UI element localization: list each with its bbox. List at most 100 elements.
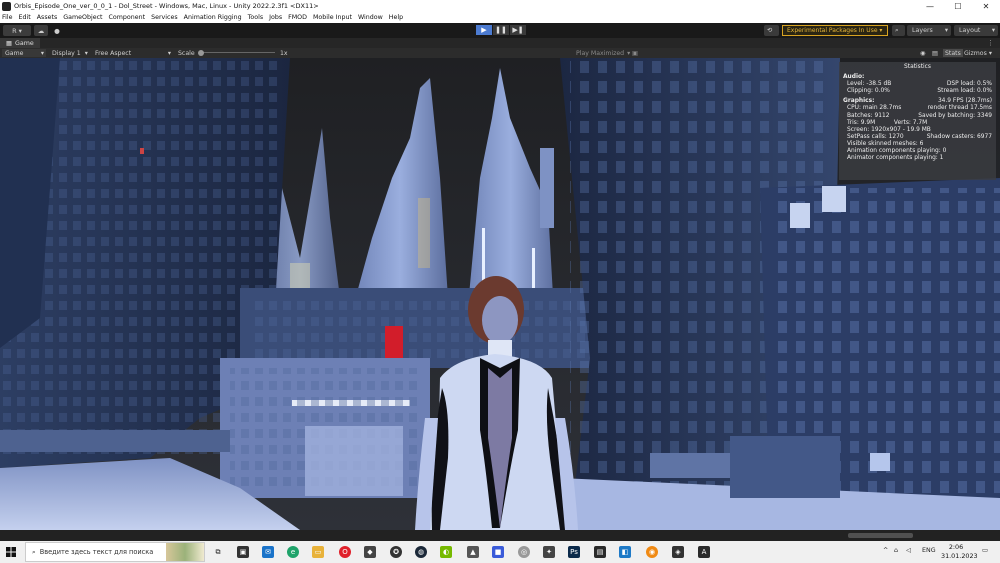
- start-button[interactable]: [0, 541, 22, 563]
- account-dropdown[interactable]: R ▾: [3, 25, 31, 36]
- skinned-meshes: Visible skinned meshes: 6: [847, 140, 924, 147]
- app-icon[interactable]: ▲: [467, 546, 479, 558]
- audio-mute-icon[interactable]: ◉: [920, 49, 925, 57]
- saved-by-batching: Saved by batching: 3349: [918, 112, 992, 119]
- menu-jobs[interactable]: Jobs: [269, 14, 282, 21]
- collab-button[interactable]: ●: [51, 25, 63, 36]
- scale-slider[interactable]: [197, 49, 275, 57]
- menu-tools[interactable]: Tools: [248, 14, 264, 21]
- terminal-icon[interactable]: ▤: [594, 546, 606, 558]
- search-icon: ⌕: [895, 26, 899, 34]
- menu-help[interactable]: Help: [389, 14, 403, 21]
- cloud-icon: ☁: [37, 26, 45, 35]
- menu-gameobject[interactable]: GameObject: [63, 14, 102, 21]
- gizmos-label: Gizmos: [964, 49, 987, 57]
- nvidia-icon[interactable]: ◐: [440, 546, 452, 558]
- play-maximized-label: Play Maximized: [576, 49, 625, 57]
- app-icon[interactable]: ✪: [390, 546, 402, 558]
- minimize-button[interactable]: —: [916, 0, 944, 12]
- display-label: Display 1: [52, 49, 81, 57]
- chrome-icon[interactable]: ◎: [518, 546, 530, 558]
- stats-title: Statistics: [904, 64, 931, 70]
- cloud-button[interactable]: ☁: [34, 25, 48, 36]
- game-mode-dropdown[interactable]: Game ▾: [2, 49, 46, 57]
- app-icon[interactable]: A: [698, 546, 710, 558]
- display-dropdown[interactable]: Display 1 ▾: [50, 49, 90, 57]
- speaker-icon[interactable]: ◁: [906, 547, 911, 554]
- tray-overflow-icon[interactable]: ^: [883, 547, 888, 554]
- scale-value: 1x: [280, 49, 288, 57]
- unity-hub-icon[interactable]: ◆: [364, 546, 376, 558]
- cube-app-icon[interactable]: ■: [492, 546, 504, 558]
- photoshop-icon[interactable]: Ps: [568, 546, 580, 558]
- gizmos-dropdown[interactable]: Gizmos ▾: [964, 49, 992, 57]
- close-button[interactable]: ✕: [972, 0, 1000, 12]
- frame-debug-icon[interactable]: ▣: [632, 49, 638, 57]
- tab-game[interactable]: ▦ Game: [0, 38, 40, 48]
- unity-icon[interactable]: ◈: [672, 546, 684, 558]
- scale-slider-thumb[interactable]: [198, 50, 204, 56]
- edge-icon[interactable]: e: [287, 546, 299, 558]
- pause-button[interactable]: ❚❚: [493, 25, 509, 35]
- aspect-dropdown[interactable]: Free Aspect ▾: [93, 49, 173, 57]
- stats-toggle[interactable]: Stats: [943, 49, 963, 57]
- layers-dropdown[interactable]: Layers ▾: [907, 25, 951, 36]
- search-button[interactable]: ⌕: [892, 25, 905, 36]
- gamepad-icon: ▦: [6, 39, 12, 47]
- unity-logo-icon: [2, 1, 11, 11]
- chevron-down-icon: ▾: [40, 49, 44, 57]
- firefox-icon[interactable]: ◉: [646, 546, 658, 558]
- clock[interactable]: 2:06 31.01.2023: [941, 543, 978, 561]
- clock-date: 31.01.2023: [941, 552, 978, 560]
- window-title: Orbis_Episode_One_ver_0_0_1 - Dol_Street…: [14, 2, 319, 10]
- network-icon[interactable]: ⌂: [894, 547, 898, 554]
- app-icon[interactable]: ◧: [619, 546, 631, 558]
- store-icon[interactable]: ▣: [237, 546, 249, 558]
- game-view-scrollbar[interactable]: [0, 530, 1000, 541]
- menu-animation-rigging[interactable]: Animation Rigging: [184, 14, 242, 21]
- verts: Verts: 7.7M: [893, 119, 928, 126]
- audio-header: Audio:: [843, 74, 865, 81]
- history-icon: ⟲: [767, 27, 773, 34]
- fps: 34.9 FPS (28.7ms): [937, 98, 992, 105]
- language-indicator[interactable]: ENG: [922, 547, 936, 554]
- maximize-button[interactable]: ☐: [944, 0, 972, 12]
- menu-window[interactable]: Window: [358, 14, 383, 21]
- history-button[interactable]: ⟲: [764, 25, 779, 36]
- clock-time: 2:06: [948, 543, 964, 551]
- chevron-down-icon: ▾: [627, 49, 631, 57]
- steam-icon[interactable]: ◍: [415, 546, 427, 558]
- mail-icon[interactable]: ✉: [262, 546, 274, 558]
- menu-file[interactable]: File: [2, 14, 13, 21]
- play-button[interactable]: ▶: [476, 25, 492, 35]
- notifications-icon[interactable]: ▭: [982, 547, 988, 554]
- taskbar-search-box[interactable]: ⌕ Введите здесь текст для поиска: [25, 542, 205, 562]
- graphics-header: Graphics:: [843, 98, 875, 105]
- layout-dropdown[interactable]: Layout ▾: [954, 25, 998, 36]
- menu-fmod[interactable]: FMOD: [288, 14, 307, 21]
- collab-icon: ●: [54, 26, 60, 35]
- menu-services[interactable]: Services: [151, 14, 178, 21]
- menu-edit[interactable]: Edit: [19, 14, 31, 21]
- shadow-casters: Shadow casters: 6977: [926, 133, 992, 140]
- chevron-down-icon: ▾: [84, 49, 88, 57]
- grid-icon[interactable]: ▤: [932, 49, 938, 57]
- menu-mobile-input[interactable]: Mobile Input: [313, 14, 352, 21]
- menu-component[interactable]: Component: [109, 14, 146, 21]
- scale-label: Scale: [178, 49, 195, 57]
- experimental-packages-dropdown[interactable]: Experimental Packages In Use ▾: [782, 25, 888, 36]
- scrollbar-thumb[interactable]: [848, 533, 913, 538]
- file-explorer-icon[interactable]: ▭: [312, 546, 324, 558]
- step-button[interactable]: ▶❚: [510, 25, 526, 35]
- chevron-down-icon: ▾: [991, 27, 995, 34]
- menu-assets[interactable]: Assets: [37, 14, 58, 21]
- task-view-icon[interactable]: ⧉: [212, 546, 224, 558]
- batches: Batches: 9112: [847, 112, 890, 119]
- app-icon[interactable]: ✦: [543, 546, 555, 558]
- clipping: Clipping: 0.0%: [847, 88, 890, 95]
- statistics-panel: Statistics Audio: Level: -38.5 dB DSP loa…: [839, 62, 996, 180]
- opera-icon[interactable]: O: [339, 546, 351, 558]
- play-maximized-dropdown[interactable]: Play Maximized ▾: [576, 49, 630, 57]
- more-options-icon[interactable]: ⋮: [987, 39, 994, 47]
- tab-bar: ▦ Game ⋮: [0, 38, 1000, 48]
